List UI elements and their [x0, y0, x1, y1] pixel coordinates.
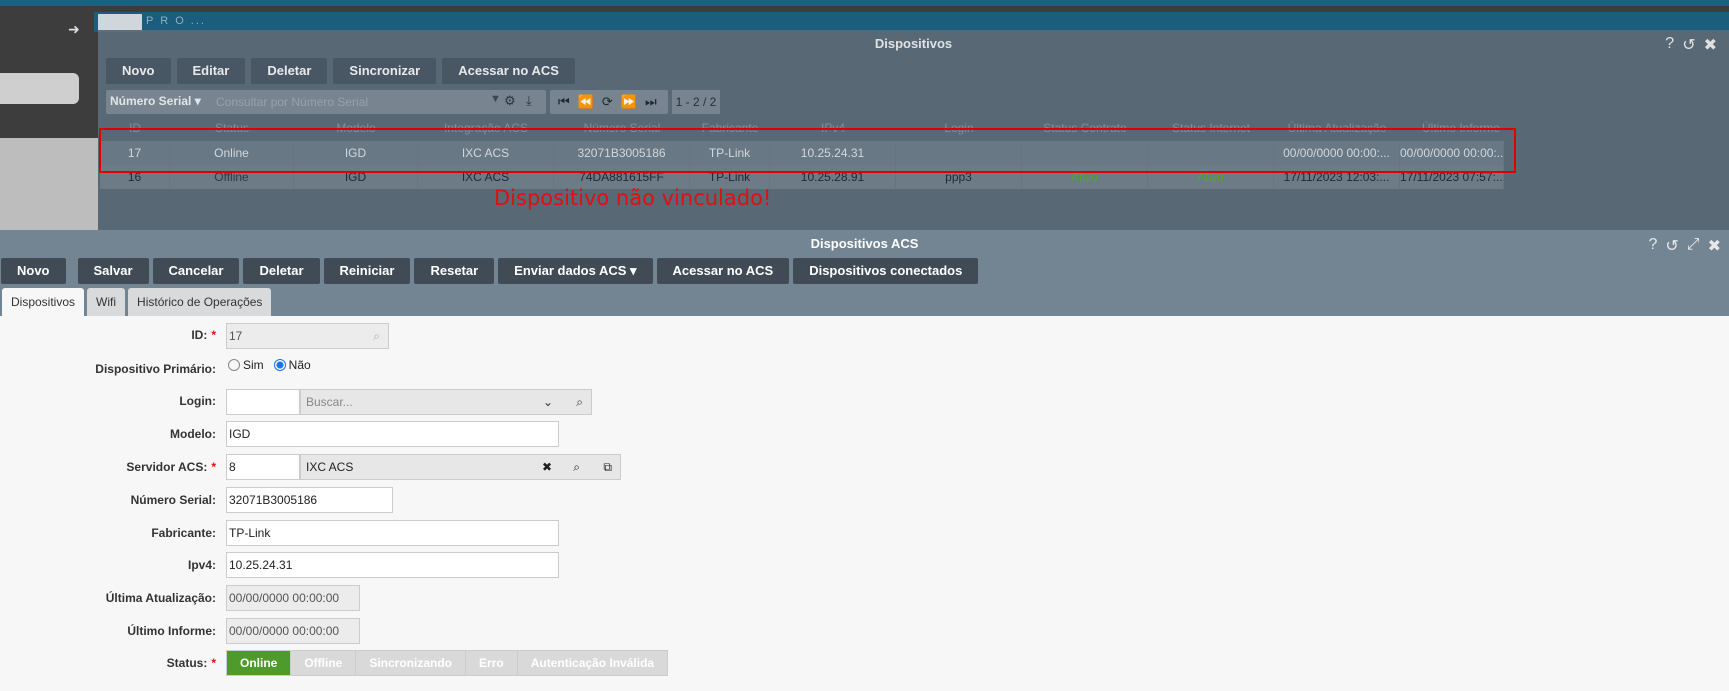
background-header: P R O ... [94, 12, 1729, 32]
top-strip [0, 0, 1729, 6]
reiniciar-button[interactable]: Reiniciar [323, 258, 411, 284]
serial-field[interactable]: 32071B3005186 [226, 487, 393, 513]
devices-window-title: Dispositivos [874, 36, 953, 51]
status-offline[interactable]: Offline [291, 651, 357, 675]
tab-historico[interactable]: Histórico de Operações [128, 288, 272, 316]
deletar-button[interactable]: Deletar [243, 258, 320, 284]
dispositivos-conectados-button[interactable]: Dispositivos conectados [793, 258, 979, 284]
clear-icon[interactable]: ✖ [542, 455, 552, 479]
search-icon[interactable]: ⌕ [573, 455, 580, 479]
help-icon[interactable]: ? [1648, 236, 1657, 256]
search-icon[interactable]: ⌕ [373, 324, 380, 348]
login-id-field[interactable] [226, 389, 300, 415]
updated-field: 00/00/0000 00:00:00 [226, 585, 360, 611]
maker-label: Fabricante: [151, 526, 216, 540]
sincronizar-button[interactable]: Sincronizar [333, 58, 437, 84]
acessar-acs-button[interactable]: Acessar no ACS [656, 258, 790, 284]
ipv4-label: Ipv4: [187, 558, 216, 572]
updated-label: Última Atualização: [105, 591, 216, 605]
help-icon[interactable]: ? [1665, 35, 1674, 55]
acs-tabs: Dispositivos Wifi Histórico de Operações [0, 286, 1729, 316]
id-field[interactable]: 17 ⌕ [226, 323, 389, 349]
logout-icon[interactable]: ➜ [68, 21, 80, 38]
resetar-button[interactable]: Resetar [414, 258, 495, 284]
primary-radio-group: Sim Não [228, 358, 311, 372]
status-toggle-group: Online Offline Sincronizando Erro Autent… [226, 650, 669, 676]
window-controls: ? ↺ ✖ [1665, 35, 1717, 55]
first-page-icon[interactable]: ⏮ [558, 94, 570, 110]
login-search-field[interactable]: Buscar... ⌄ ⌕ [300, 389, 592, 415]
maker-field[interactable]: TP-Link [226, 520, 559, 546]
background-panel [0, 138, 98, 230]
sidebar-search[interactable] [0, 73, 79, 104]
highlight-box [99, 128, 1516, 173]
tab-wifi[interactable]: Wifi [87, 288, 126, 316]
salvar-button[interactable]: Salvar [77, 258, 149, 284]
status-online[interactable]: Online [227, 651, 292, 675]
maximize-icon[interactable]: ⤢ [1687, 236, 1700, 256]
next-page-icon[interactable]: ⏩ [621, 94, 637, 110]
close-icon[interactable]: ✖ [1708, 236, 1721, 256]
cancelar-button[interactable]: Cancelar [152, 258, 240, 284]
prev-page-icon[interactable]: ⏪ [578, 94, 594, 110]
advanced-filter-icon[interactable]: ⚙ [504, 93, 516, 109]
radio-nao[interactable]: Não [273, 358, 311, 372]
enviar-dados-acs-button[interactable]: Enviar dados ACS ▾ [498, 258, 653, 284]
deletar-button[interactable]: Deletar [251, 58, 328, 84]
filter-field-select[interactable]: Número Serial ▾ [110, 94, 201, 108]
acs-server-id-field[interactable]: 8 [226, 454, 300, 480]
status-auth-invalid[interactable]: Autenticação Inválida [517, 651, 668, 675]
login-label: Login: [179, 394, 216, 408]
primary-label: Dispositivo Primário: [95, 362, 216, 376]
annotation-text: Dispositivo não vinculado! [494, 186, 772, 210]
filter-dropdown-icon[interactable]: ▼ [490, 93, 501, 105]
tab-dispositivos[interactable]: Dispositivos [2, 288, 85, 316]
filter-input[interactable]: Consultar por Número Serial [216, 95, 368, 109]
history-icon[interactable]: ↺ [1682, 35, 1695, 55]
page-count: 1 - 2 / 2 [672, 90, 720, 114]
acs-window-controls: ? ↺ ⤢ ✖ [1648, 236, 1721, 256]
model-label: Modelo: [170, 427, 216, 441]
filter-bar: Número Serial ▾ Consultar por Número Ser… [106, 90, 546, 114]
status-sincronizando[interactable]: Sincronizando [356, 651, 467, 675]
informed-field: 00/00/0000 00:00:00 [226, 618, 360, 644]
background-label: P R O ... [146, 15, 206, 27]
acs-server-label: Servidor ACS: * [126, 460, 216, 474]
acs-toolbar: Novo Salvar Cancelar Deletar Reiniciar R… [0, 258, 1729, 286]
acs-window-title: Dispositivos ACS [0, 230, 1729, 258]
last-page-icon[interactable]: ⏭ [645, 94, 657, 110]
informed-label: Último Informe: [127, 624, 216, 638]
id-label: ID: * [191, 328, 216, 342]
novo-button[interactable]: Novo [1, 258, 66, 284]
search-icon[interactable]: ⌕ [576, 390, 583, 414]
refresh-icon[interactable]: ⟳ [602, 94, 613, 110]
pager: ⏮ ⏪ ⟳ ⏩ ⏭ [550, 90, 668, 114]
open-external-icon[interactable]: ⧉ [603, 455, 612, 479]
close-icon[interactable]: ✖ [1704, 35, 1717, 55]
model-field[interactable]: IGD [226, 421, 559, 447]
serial-label: Número Serial: [130, 493, 216, 507]
status-erro[interactable]: Erro [466, 651, 518, 675]
ipv4-field[interactable]: 10.25.24.31 [226, 552, 559, 578]
export-icon[interactable]: ⤓ [526, 93, 532, 109]
editar-button[interactable]: Editar [176, 58, 246, 84]
history-icon[interactable]: ↺ [1665, 236, 1678, 256]
devices-toolbar: Novo Editar Deletar Sincronizar Acessar … [106, 58, 575, 84]
novo-button[interactable]: Novo [106, 58, 171, 84]
radio-sim[interactable]: Sim [228, 358, 264, 372]
acessar-acs-button[interactable]: Acessar no ACS [442, 58, 575, 84]
status-label: Status: * [166, 656, 216, 670]
chevron-down-icon[interactable]: ⌄ [543, 390, 553, 414]
acs-server-name-field[interactable]: IXC ACS ✖ ⌕ ⧉ [300, 454, 621, 480]
